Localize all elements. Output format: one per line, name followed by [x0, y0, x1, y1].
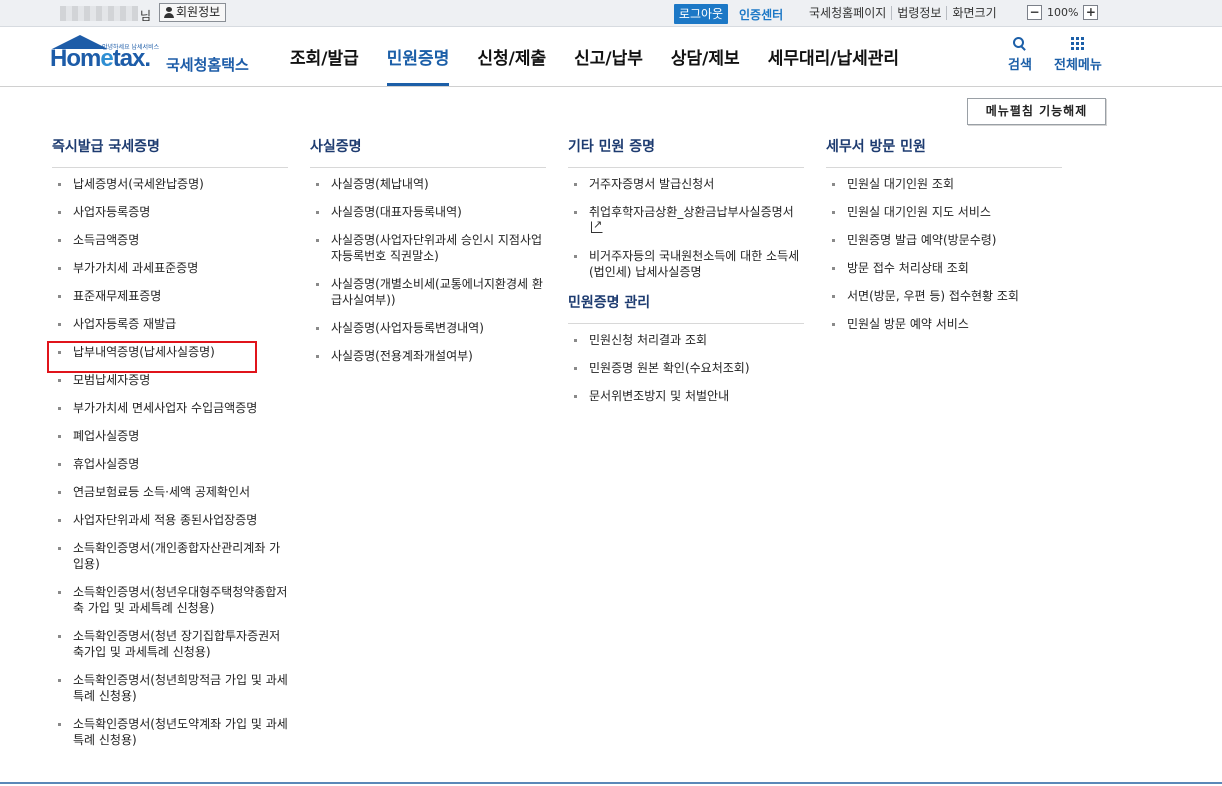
- logo-wordmark: Hometax.: [50, 45, 151, 73]
- all-menu-label: 전체메뉴: [1054, 58, 1102, 73]
- menu-item-income-cert-youth-leap[interactable]: 소득확인증명서(청년도약계좌 가입 및 과세특례 신청용): [52, 716, 288, 748]
- bottom-divider: [0, 782, 1222, 784]
- menu-item-closure-cert[interactable]: 폐업사실증명: [52, 428, 288, 444]
- menu-item-income-cert-youth-fund[interactable]: 소득확인증명서(청년 장기집합투자증권저축가입 및 과세특례 신청용): [52, 628, 288, 660]
- menu-item-vat-base-cert[interactable]: 부가가치세 과세표준증명: [52, 260, 288, 276]
- fact-cert-column: 사실증명 사실증명(체납내역) 사실증명(대표자등록내역) 사실증명(사업자단위…: [310, 136, 546, 376]
- column-title: 즉시발급 국세증명: [52, 136, 288, 168]
- menu-item-student-loan-cert[interactable]: 취업후학자금상환_상환금납부사실증명서: [568, 204, 804, 236]
- zoom-control: − 100% +: [1027, 5, 1099, 20]
- logo-korean-name: 국세청홈택스: [166, 56, 249, 74]
- nav-consult-report[interactable]: 상담/제보: [657, 27, 754, 87]
- external-link-icon: [591, 217, 603, 233]
- menu-item-income-cert-youth-hope[interactable]: 소득확인증명서(청년희망적금 가입 및 과세특례 신청용): [52, 672, 288, 704]
- menu-item-fact-arrears[interactable]: 사실증명(체납내역): [310, 176, 546, 192]
- column-title: 사실증명: [310, 136, 546, 168]
- utility-links: 국세청홈페이지 법령정보 화면크기: [804, 6, 1002, 20]
- menu-list: 민원실 대기인원 조회 민원실 대기인원 지도 서비스 민원증명 발급 예약(방…: [826, 168, 1062, 332]
- menu-list: 민원신청 처리결과 조회 민원증명 원본 확인(수요처조회) 문서위변조방지 및…: [568, 324, 804, 404]
- search-icon: [1013, 37, 1026, 51]
- zoom-level: 100%: [1047, 6, 1079, 19]
- menu-item-original-verify[interactable]: 민원증명 원본 확인(수요처조회): [568, 360, 804, 376]
- nav-report-pay[interactable]: 신고/납부: [560, 27, 657, 87]
- nav-apply-submit[interactable]: 신청/제출: [463, 27, 560, 87]
- menu-item-waiting-map[interactable]: 민원실 대기인원 지도 서비스: [826, 204, 1062, 220]
- member-info-label: 회원정보: [176, 5, 221, 19]
- logo-tax: tax.: [112, 45, 151, 72]
- menu-item-forgery-prevention[interactable]: 문서위변조방지 및 처벌안내: [568, 388, 804, 404]
- global-nav: 조회/발급 민원증명 신청/제출 신고/납부 상담/제보 세무대리/납세관리: [276, 27, 913, 87]
- menu-list: 거주자증명서 발급신청서 취업후학자금상환_상환금납부사실증명서 비거주자등의 …: [568, 168, 804, 280]
- zoom-out-button[interactable]: −: [1027, 5, 1042, 20]
- zoom-in-button[interactable]: +: [1083, 5, 1099, 20]
- menu-item-visit-status[interactable]: 방문 접수 처리상태 조회: [826, 260, 1062, 276]
- hometax-logo[interactable]: 안녕하세요 납세서비스 Hometax. 국세청홈택스: [50, 35, 250, 81]
- menu-item-income-cert-youth-housing[interactable]: 소득확인증명서(청년우대형주택청약종합저축 가입 및 과세특례 신청용): [52, 584, 288, 616]
- logo-e: e: [100, 45, 113, 72]
- person-icon: [164, 7, 174, 18]
- menu-item-residency-cert[interactable]: 거주자증명서 발급신청서: [568, 176, 804, 192]
- menu-item-written-status[interactable]: 서면(방문, 우편 등) 접수현황 조회: [826, 288, 1062, 304]
- menu-list: 사실증명(체납내역) 사실증명(대표자등록내역) 사실증명(사업자단위과세 승인…: [310, 168, 546, 364]
- menu-expand-disable-button[interactable]: 메뉴펼침 기능해제: [967, 98, 1106, 125]
- office-visit-column: 세무서 방문 민원 민원실 대기인원 조회 민원실 대기인원 지도 서비스 민원…: [826, 136, 1062, 344]
- menu-item-fact-excise-refund[interactable]: 사실증명(개별소비세(교통에너지환경세 환급사실여부)): [310, 276, 546, 308]
- menu-item-income-amount-cert[interactable]: 소득금액증명: [52, 232, 288, 248]
- menu-item-financial-statement-cert[interactable]: 표준재무제표증명: [52, 288, 288, 304]
- nav-civil-cert[interactable]: 민원증명: [373, 27, 464, 87]
- all-menu-button[interactable]: 전체메뉴: [1054, 37, 1102, 73]
- law-info-link[interactable]: 법령정보: [891, 6, 946, 20]
- menu-item-visit-reservation[interactable]: 민원실 방문 예약 서비스: [826, 316, 1062, 332]
- menu-item-pension-deduction-cert[interactable]: 연금보험료등 소득·세액 공제확인서: [52, 484, 288, 500]
- nav-lookup-issue[interactable]: 조회/발급: [276, 27, 373, 87]
- instant-cert-column: 즉시발급 국세증명 납세증명서(국세완납증명) 사업자등록증명 소득금액증명 부…: [52, 136, 288, 760]
- column-title: 세무서 방문 민원: [826, 136, 1062, 168]
- other-cert-column: 기타 민원 증명 거주자증명서 발급신청서 취업후학자금상환_상환금납부사실증명…: [568, 136, 804, 416]
- menu-item-waiting-count[interactable]: 민원실 대기인원 조회: [826, 176, 1062, 192]
- menu-item-fact-dedicated-account[interactable]: 사실증명(전용계좌개설여부): [310, 348, 546, 364]
- logout-button[interactable]: 로그아웃: [674, 4, 728, 24]
- search-button[interactable]: 검색: [1008, 37, 1032, 73]
- nav-tax-agent[interactable]: 세무대리/납세관리: [754, 27, 913, 87]
- menu-item-cert-reservation[interactable]: 민원증명 발급 예약(방문수령): [826, 232, 1062, 248]
- logo-home: Hom: [50, 45, 101, 72]
- utility-bar: 님 회원정보 로그아웃 인증센터 국세청홈페이지 법령정보 화면크기 − 100…: [0, 0, 1222, 27]
- menu-item-fact-reg-change[interactable]: 사실증명(사업자등록변경내역): [310, 320, 546, 336]
- menu-item-nonresident-tax-cert[interactable]: 비거주자등의 국내원천소득에 대한 소득세(법인세) 납세사실증명: [568, 248, 804, 280]
- user-name-redacted: [60, 6, 138, 21]
- grid-menu-icon: [1071, 37, 1085, 50]
- subsection-title: 민원증명 관리: [568, 292, 804, 324]
- menu-item-model-taxpayer-cert[interactable]: 모범납세자증명: [52, 372, 288, 388]
- menu-item-unit-taxation-branch-cert[interactable]: 사업자단위과세 적용 종된사업장증명: [52, 512, 288, 528]
- menu-item-income-cert-isa[interactable]: 소득확인증명서(개인종합자산관리계좌 가입용): [52, 540, 288, 572]
- menu-item-fact-representative[interactable]: 사실증명(대표자등록내역): [310, 204, 546, 220]
- cert-center-link[interactable]: 인증센터: [739, 6, 783, 23]
- menu-item-vat-exempt-income-cert[interactable]: 부가가치세 면세사업자 수입금액증명: [52, 400, 288, 416]
- search-label: 검색: [1008, 58, 1032, 73]
- menu-item-label: 취업후학자금상환_상환금납부사실증명서: [589, 205, 794, 219]
- user-suffix: 님: [140, 9, 152, 23]
- screen-size-label: 화면크기: [946, 6, 1001, 20]
- menu-item-tax-payment-cert[interactable]: 납세증명서(국세완납증명): [52, 176, 288, 192]
- main-header: 안녕하세요 납세서비스 Hometax. 국세청홈택스 조회/발급 민원증명 신…: [0, 27, 1222, 87]
- member-info-button[interactable]: 회원정보: [159, 3, 227, 22]
- menu-item-fact-branch-cancel[interactable]: 사실증명(사업자단위과세 승인시 지점사업자등록번호 직권말소): [310, 232, 546, 264]
- menu-item-suspension-cert[interactable]: 휴업사실증명: [52, 456, 288, 472]
- menu-item-business-reg-reissue[interactable]: 사업자등록증 재발급: [52, 316, 288, 332]
- column-title: 기타 민원 증명: [568, 136, 804, 168]
- menu-list: 납세증명서(국세완납증명) 사업자등록증명 소득금액증명 부가가치세 과세표준증…: [52, 168, 288, 748]
- nts-homepage-link[interactable]: 국세청홈페이지: [804, 6, 891, 20]
- menu-item-request-result[interactable]: 민원신청 처리결과 조회: [568, 332, 804, 348]
- menu-item-payment-history-cert[interactable]: 납부내역증명(납세사실증명): [52, 344, 288, 360]
- menu-item-business-reg-cert[interactable]: 사업자등록증명: [52, 204, 288, 220]
